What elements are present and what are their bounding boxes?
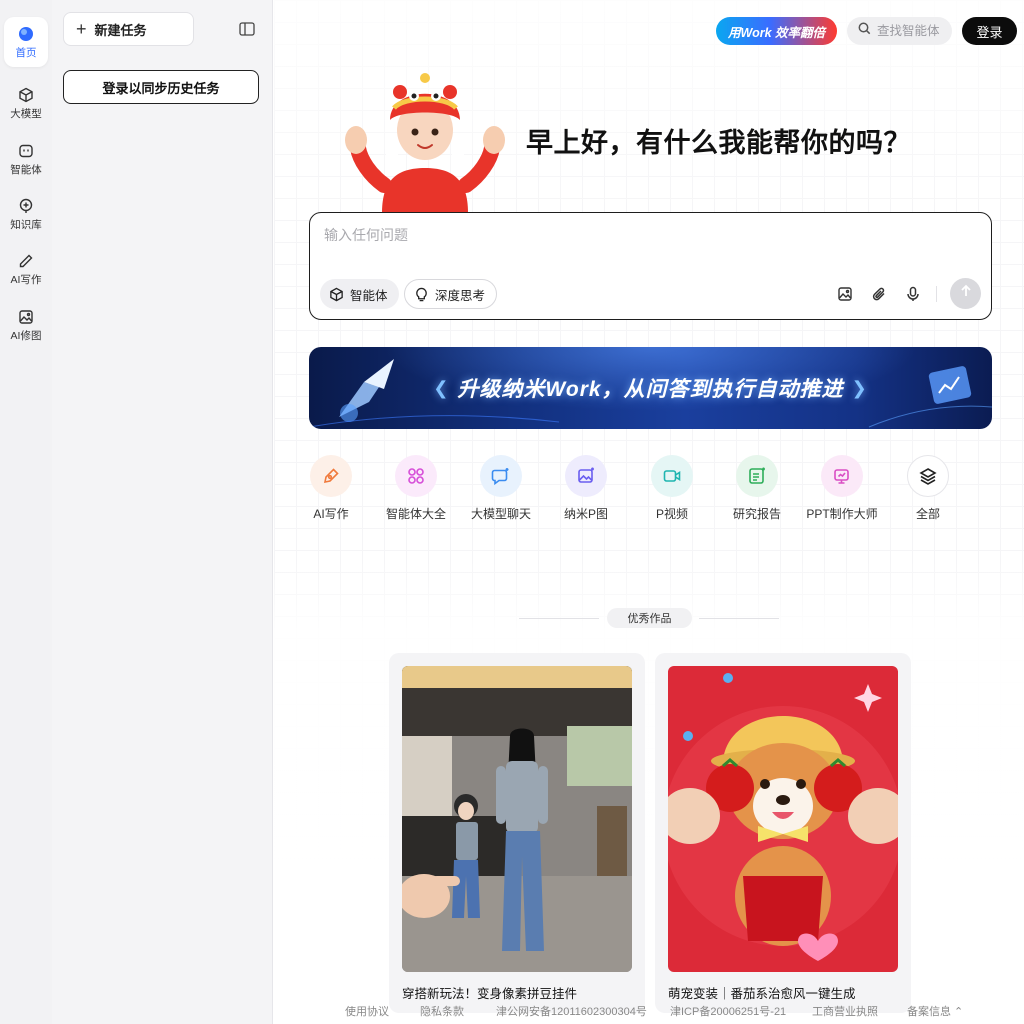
quick-link-label: 全部 <box>915 507 940 521</box>
knowledge-icon <box>17 197 35 215</box>
agent-search[interactable] <box>847 17 952 45</box>
banner-text: 升级纳米Work，从问答到执行自动推进 <box>457 378 844 401</box>
showcase-card[interactable]: 萌宠变装｜番茄系治愈风一键生成 <box>655 653 911 1013</box>
rail-item-home[interactable]: 首页 <box>4 17 48 67</box>
grid-icon <box>395 455 437 497</box>
lightbulb-icon <box>414 287 429 302</box>
rail-item-agents[interactable]: 智能体 <box>4 134 48 184</box>
showcase-header: 优秀作品 <box>519 608 779 628</box>
quick-link-research-report[interactable]: 研究报告 <box>717 455 797 525</box>
rail-item-ai-retouch[interactable]: AI修图 <box>4 300 48 350</box>
quick-link-model-chat[interactable]: 大模型聊天 <box>461 455 541 525</box>
footer-link[interactable]: 隐私条款 <box>420 1003 464 1019</box>
quick-link-label: AI写作 <box>313 507 349 521</box>
agent-icon <box>17 142 35 160</box>
quick-link-all[interactable]: 全部 <box>888 455 968 525</box>
footer-link[interactable]: 津ICP备20006251号-21 <box>670 1003 786 1019</box>
rail-label: 大模型 <box>10 107 42 120</box>
search-icon <box>858 22 871 40</box>
plus-icon: + <box>76 19 87 39</box>
chevron-right-icon: ❯ <box>851 377 868 398</box>
rail-label: 首页 <box>15 46 37 59</box>
quick-link-ai-writing[interactable]: AI写作 <box>291 455 371 525</box>
microphone-icon[interactable] <box>903 284 923 304</box>
rail-item-knowledge[interactable]: 知识库 <box>4 189 48 239</box>
image-icon <box>17 308 35 326</box>
send-button[interactable] <box>950 278 981 309</box>
showcase-card[interactable]: 穿搭新玩法！变身像素拼豆挂件 <box>389 653 645 1013</box>
layers-icon <box>907 455 949 497</box>
search-input[interactable] <box>877 24 947 38</box>
rail-item-ai-writing[interactable]: AI写作 <box>4 244 48 294</box>
pen-nib-icon <box>310 455 352 497</box>
video-icon <box>651 455 693 497</box>
image-upload-icon[interactable] <box>835 284 855 304</box>
footer-link[interactable]: 使用协议 <box>345 1003 389 1019</box>
chat-sparkle-icon <box>480 455 522 497</box>
rail-item-models[interactable]: 大模型 <box>4 78 48 128</box>
presentation-icon <box>821 455 863 497</box>
quick-link-label: 大模型聊天 <box>470 507 531 521</box>
arrow-up-icon <box>959 284 973 303</box>
work-promo-badge[interactable]: 用Work 效率翻倍 <box>716 17 837 45</box>
quick-link-label: PPT制作大师 <box>806 507 878 521</box>
quick-link-label: 研究报告 <box>732 507 781 521</box>
rail-label: AI写作 <box>10 273 42 286</box>
deep-think-label: 深度思考 <box>435 288 486 303</box>
rail-label: 知识库 <box>10 218 42 231</box>
main-area: 用Work 效率翻倍 登录 早上好，有什么我 <box>274 0 1024 1024</box>
footer-link[interactable]: 备案信息 ⌃ <box>907 1003 963 1019</box>
pen-icon <box>17 252 35 270</box>
footer-link[interactable]: 津公网安备12011602300304号 <box>496 1003 647 1019</box>
task-sidebar: + 新建任务 登录以同步历史任务 <box>52 0 273 1024</box>
rail-label: 智能体 <box>10 163 42 176</box>
quick-link-label: P视频 <box>655 507 688 521</box>
quick-link-video[interactable]: P视频 <box>632 455 712 525</box>
greeting-title: 早上好，有什么我能帮你的吗？ <box>526 128 911 158</box>
cube-icon <box>17 86 35 104</box>
agent-pill-button[interactable]: 智能体 <box>320 279 399 309</box>
quick-link-agents[interactable]: 智能体大全 <box>376 455 456 525</box>
chat-composer: 智能体 深度思考 <box>309 212 992 320</box>
promo-banner[interactable]: ❮ 升级纳米Work，从问答到执行自动推进 ❯ <box>309 347 992 429</box>
new-task-label: 新建任务 <box>94 22 147 38</box>
quick-link-label: 智能体大全 <box>385 507 446 521</box>
deep-think-button[interactable]: 深度思考 <box>404 279 498 309</box>
new-task-button[interactable]: + 新建任务 <box>63 12 194 46</box>
icon-rail: 首页 大模型 智能体 知识库 AI写作 AI修图 <box>0 0 52 1024</box>
home-icon <box>17 25 35 43</box>
showcase-image <box>668 666 898 972</box>
agent-pill-label: 智能体 <box>350 288 388 303</box>
photo-sparkle-icon <box>565 455 607 497</box>
login-sync-button[interactable]: 登录以同步历史任务 <box>63 70 259 104</box>
report-icon <box>736 455 778 497</box>
chevron-left-icon: ❮ <box>433 377 450 398</box>
showcase-title: 优秀作品 <box>607 608 692 628</box>
cube-icon <box>329 287 344 302</box>
paperclip-icon[interactable] <box>869 284 889 304</box>
chat-input[interactable] <box>324 227 964 243</box>
showcase-image <box>402 666 632 972</box>
login-button[interactable]: 登录 <box>962 17 1017 45</box>
rail-label: AI修图 <box>10 329 42 342</box>
footer-link[interactable]: 工商营业执照 <box>812 1003 878 1019</box>
footer: 使用协议 隐私条款 津公网安备12011602300304号 津ICP备2000… <box>274 1000 1024 1020</box>
quick-link-nano-photo[interactable]: 纳米P图 <box>546 455 626 525</box>
sidebar-collapse-icon[interactable] <box>238 20 256 38</box>
quick-link-label: 纳米P图 <box>563 507 608 521</box>
mascot-illustration <box>345 73 505 213</box>
quick-link-ppt[interactable]: PPT制作大师 <box>802 455 882 525</box>
